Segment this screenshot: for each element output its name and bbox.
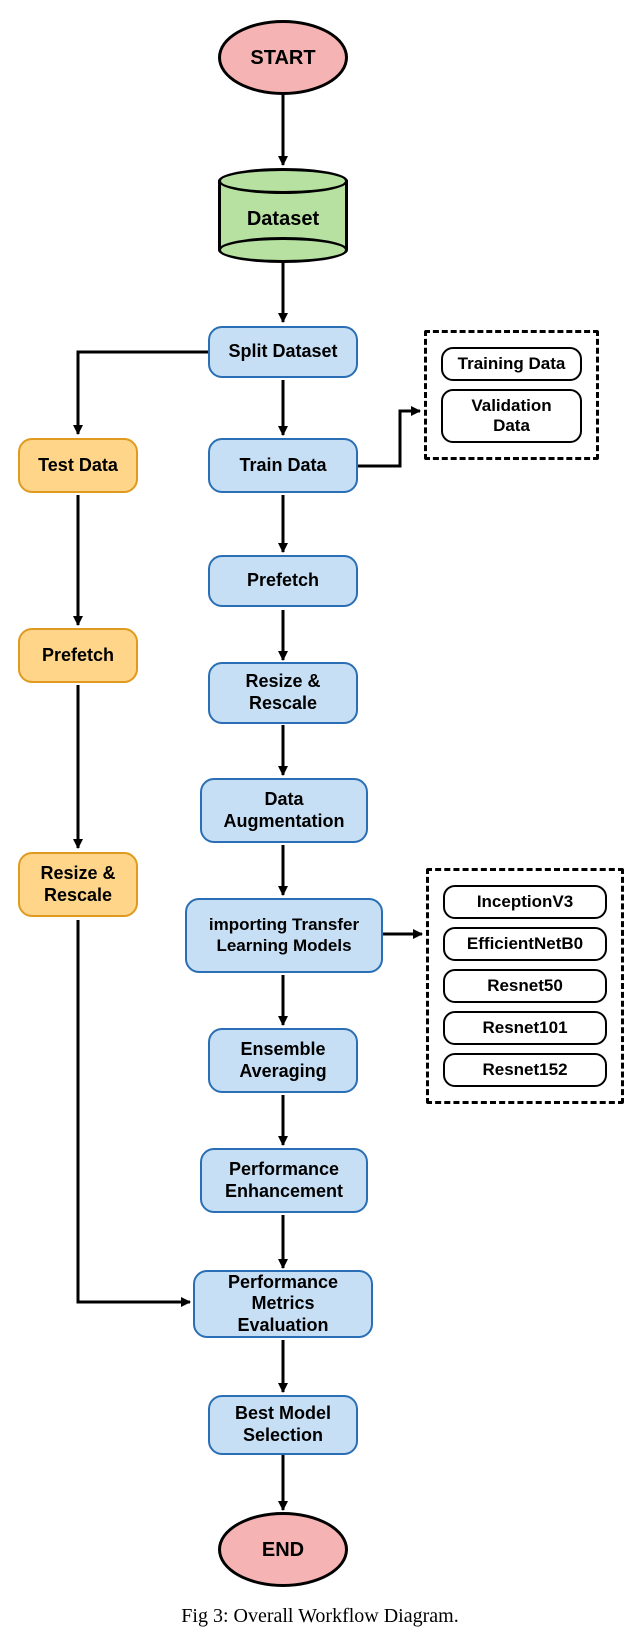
best-model-label: Best Model Selection xyxy=(220,1403,346,1446)
workflow-diagram: START Dataset Split Dataset Train Data T… xyxy=(0,0,640,1645)
test-data-node: Test Data xyxy=(18,438,138,493)
import-label: importing Transfer Learning Models xyxy=(197,915,371,956)
split-dataset-node: Split Dataset xyxy=(208,326,358,378)
split-output-group: Training Data Validation Data xyxy=(424,330,599,460)
model-resnet152-label: Resnet152 xyxy=(482,1060,567,1079)
models-group: InceptionV3 EfficientNetB0 Resnet50 Resn… xyxy=(426,868,624,1104)
data-augment-node: Data Augmentation xyxy=(200,778,368,843)
training-data-label: Training Data xyxy=(458,354,566,373)
perf-eval-label: Performance Metrics Evaluation xyxy=(205,1272,361,1337)
model-resnet101-label: Resnet101 xyxy=(482,1018,567,1037)
resize-train-label: Resize & Rescale xyxy=(220,671,346,714)
prefetch-train-node: Prefetch xyxy=(208,555,358,607)
model-resnet50-label: Resnet50 xyxy=(487,976,563,995)
best-model-node: Best Model Selection xyxy=(208,1395,358,1455)
split-label: Split Dataset xyxy=(228,341,337,363)
dataset-label: Dataset xyxy=(218,168,348,263)
model-inceptionv3: InceptionV3 xyxy=(443,885,607,919)
start-label: START xyxy=(250,46,315,70)
train-label: Train Data xyxy=(239,455,326,477)
test-label: Test Data xyxy=(38,455,118,477)
perf-enh-label: Performance Enhancement xyxy=(212,1159,356,1202)
resize-train-node: Resize & Rescale xyxy=(208,662,358,724)
augment-label: Data Augmentation xyxy=(212,789,356,832)
import-models-node: importing Transfer Learning Models xyxy=(185,898,383,973)
perf-enhancement-node: Performance Enhancement xyxy=(200,1148,368,1213)
resize-test-node: Resize & Rescale xyxy=(18,852,138,917)
dataset-node: Dataset xyxy=(218,168,348,263)
ensemble-node: Ensemble Averaging xyxy=(208,1028,358,1093)
training-data-item: Training Data xyxy=(441,347,582,381)
figure-caption: Fig 3: Overall Workflow Diagram. xyxy=(0,1605,640,1628)
model-resnet50: Resnet50 xyxy=(443,969,607,1003)
validation-data-item: Validation Data xyxy=(441,389,582,443)
model-efficientnet-label: EfficientNetB0 xyxy=(467,934,583,953)
model-resnet152: Resnet152 xyxy=(443,1053,607,1087)
prefetch-test-node: Prefetch xyxy=(18,628,138,683)
prefetch-test-label: Prefetch xyxy=(42,645,114,667)
end-node: END xyxy=(218,1512,348,1587)
prefetch-train-label: Prefetch xyxy=(247,570,319,592)
resize-test-label: Resize & Rescale xyxy=(30,863,126,906)
model-efficientnetb0: EfficientNetB0 xyxy=(443,927,607,961)
model-resnet101: Resnet101 xyxy=(443,1011,607,1045)
model-inception-label: InceptionV3 xyxy=(477,892,573,911)
caption-text: Fig 3: Overall Workflow Diagram. xyxy=(181,1605,458,1627)
validation-data-label: Validation Data xyxy=(471,396,551,435)
ensemble-label: Ensemble Averaging xyxy=(220,1039,346,1082)
start-node: START xyxy=(218,20,348,95)
perf-eval-node: Performance Metrics Evaluation xyxy=(193,1270,373,1338)
end-label: END xyxy=(262,1538,304,1562)
train-data-node: Train Data xyxy=(208,438,358,493)
